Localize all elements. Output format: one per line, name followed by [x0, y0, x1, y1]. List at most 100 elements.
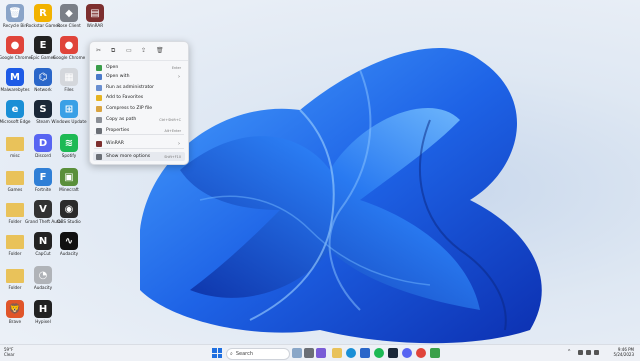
context-menu-item[interactable]: Compress to ZIP file: [93, 104, 185, 113]
desktop-icon-glyph: e: [6, 100, 24, 118]
desktop-icon-glyph: V: [34, 200, 52, 218]
desktop-icon-label: Windows Update: [51, 119, 87, 124]
desktop-icon[interactable]: e Microsoft Edge: [0, 98, 30, 130]
weather-description: Clear: [4, 352, 15, 357]
desktop-icon-label: Spotify: [61, 153, 77, 158]
menu-item-label: Show more options: [106, 154, 151, 159]
menu-item-icon: [96, 127, 102, 134]
desktop-icon[interactable]: ◔ Audacity: [28, 264, 58, 296]
clock-date: 5/24/2023: [613, 352, 634, 357]
desktop-icon[interactable]: ▦ Files: [54, 66, 84, 98]
copy-icon[interactable]: ⧉: [111, 48, 117, 54]
desktop-icon[interactable]: Games: [0, 166, 30, 198]
taskbar-app-icon[interactable]: [332, 348, 342, 358]
chevron-up-icon[interactable]: ^: [568, 350, 573, 355]
desktop-icon-label: Hypixel: [35, 319, 51, 324]
taskbar-app-icon[interactable]: [430, 348, 440, 358]
desktop[interactable]: 🗑 Recycle Bin R Rockstar Games ◆ Rose Client ▤…: [0, 0, 640, 344]
menu-item-icon: [96, 84, 102, 91]
desktop-icon[interactable]: ∿ Audacity: [54, 230, 84, 262]
battery-icon[interactable]: [594, 350, 599, 355]
start-icon[interactable]: [212, 348, 222, 358]
context-menu-item[interactable]: WinRAR ›: [93, 139, 185, 148]
desktop-icon-label: WinRAR: [86, 23, 104, 28]
menu-item-label: Copy as path: [106, 117, 137, 122]
menu-item-icon: [96, 116, 102, 123]
context-menu-item[interactable]: Show more options Shift+F10: [93, 152, 185, 161]
share-icon[interactable]: ⇪: [141, 48, 147, 54]
desktop-icon-label: OBS Studio: [57, 219, 81, 224]
desktop-icon[interactable]: 🗑 Recycle Bin: [0, 2, 30, 34]
desktop-icon[interactable]: ● Google Chrome: [52, 34, 86, 66]
volume-icon[interactable]: [586, 350, 591, 355]
desktop-icon[interactable]: ▣ Minecraft: [54, 166, 84, 198]
taskbar-clock[interactable]: 9:46 PM 5/24/2023: [613, 347, 634, 357]
taskbar-app-icon[interactable]: [316, 348, 326, 358]
desktop-icon-glyph: S: [34, 100, 52, 118]
desktop-icon-glyph: [6, 171, 24, 185]
taskbar-app-icon[interactable]: [304, 348, 314, 358]
desktop-icon-label: Audacity: [33, 285, 53, 290]
menu-item-label: Add to Favorites: [106, 95, 144, 100]
wifi-icon[interactable]: [578, 350, 583, 355]
desktop-icon-glyph: ◉: [60, 200, 78, 218]
weather-widget[interactable]: 59°F Clear: [4, 347, 14, 357]
desktop-icon-glyph: E: [34, 36, 52, 54]
desktop-icon-glyph: D: [34, 134, 52, 152]
context-menu-item[interactable]: Run as administrator: [93, 83, 185, 92]
desktop-icon[interactable]: Folder: [0, 230, 30, 262]
desktop-icon[interactable]: misc: [0, 132, 30, 164]
menu-item-icon: [96, 153, 102, 160]
desktop-icon-glyph: 🗑: [6, 4, 24, 22]
desktop-icon-label: Audacity: [59, 251, 79, 256]
context-menu-item[interactable]: Open with ›: [93, 72, 185, 81]
taskbar-app-icon[interactable]: [360, 348, 370, 358]
desktop-icon[interactable]: ≋ Spotify: [54, 132, 84, 164]
search-icon: ⌕: [230, 351, 233, 357]
desktop-icon[interactable]: M Malwarebytes: [0, 66, 30, 98]
taskbar-app-icon[interactable]: [292, 348, 302, 358]
context-menu-item[interactable]: Copy as path Ctrl+Shift+C: [93, 115, 185, 124]
desktop-icon-label: Google Chrome: [52, 55, 86, 60]
desktop-icon[interactable]: ▤ WinRAR: [80, 2, 110, 34]
taskbar-app-icon[interactable]: [388, 348, 398, 358]
desktop-icon-glyph: [6, 235, 24, 249]
desktop-icon-glyph: F: [34, 168, 52, 186]
desktop-icon[interactable]: ◉ OBS Studio: [54, 198, 84, 230]
search-placeholder: Search: [235, 351, 253, 357]
menu-item-label: Run as administrator: [106, 85, 155, 90]
desktop-icon-glyph: [6, 137, 24, 151]
menu-item-label: WinRAR: [106, 141, 124, 146]
desktop-icon-glyph: ●: [60, 36, 78, 54]
desktop-icon[interactable]: Folder: [0, 264, 30, 296]
chevron-right-icon: ›: [178, 73, 180, 80]
desktop-icon-glyph: ⊞: [60, 100, 78, 118]
taskbar-app-icon[interactable]: [402, 348, 412, 358]
context-menu-item[interactable]: Open Enter: [93, 63, 185, 72]
context-menu-item[interactable]: Add to Favorites: [93, 93, 185, 102]
taskbar-app-icon[interactable]: [374, 348, 384, 358]
taskbar-search-box[interactable]: ⌕ Search: [226, 348, 290, 360]
desktop-icon[interactable]: ⊞ Windows Update: [51, 98, 87, 130]
desktop-icon[interactable]: H Hypixel: [28, 298, 58, 330]
menu-separator: [94, 148, 184, 149]
menu-item-label: Compress to ZIP file: [106, 106, 153, 111]
cut-icon[interactable]: ✂: [96, 48, 102, 54]
desktop-icon[interactable]: 🦁 Brave: [0, 298, 30, 330]
chevron-right-icon: ›: [178, 140, 180, 147]
rename-icon[interactable]: ▭: [126, 48, 132, 54]
taskbar-app-icon[interactable]: [416, 348, 426, 358]
desktop-icon[interactable]: Folder: [0, 198, 30, 230]
taskbar-app-icon[interactable]: [346, 348, 356, 358]
desktop-icon-glyph: ▤: [86, 4, 104, 22]
desktop-icon-label: Minecraft: [59, 187, 79, 192]
desktop-icon-glyph: ⌬: [34, 68, 52, 86]
desktop-icon-glyph: ◔: [34, 266, 52, 284]
desktop-icon-glyph: H: [34, 300, 52, 318]
menu-item-icon: [96, 105, 102, 112]
desktop-icon[interactable]: ● Google Chrome: [0, 34, 31, 66]
desktop-icon-glyph: [6, 269, 24, 283]
menu-item-label: Open with: [106, 74, 130, 79]
desktop-icon-glyph: R: [34, 4, 52, 22]
delete-icon[interactable]: 🗑: [156, 48, 164, 54]
